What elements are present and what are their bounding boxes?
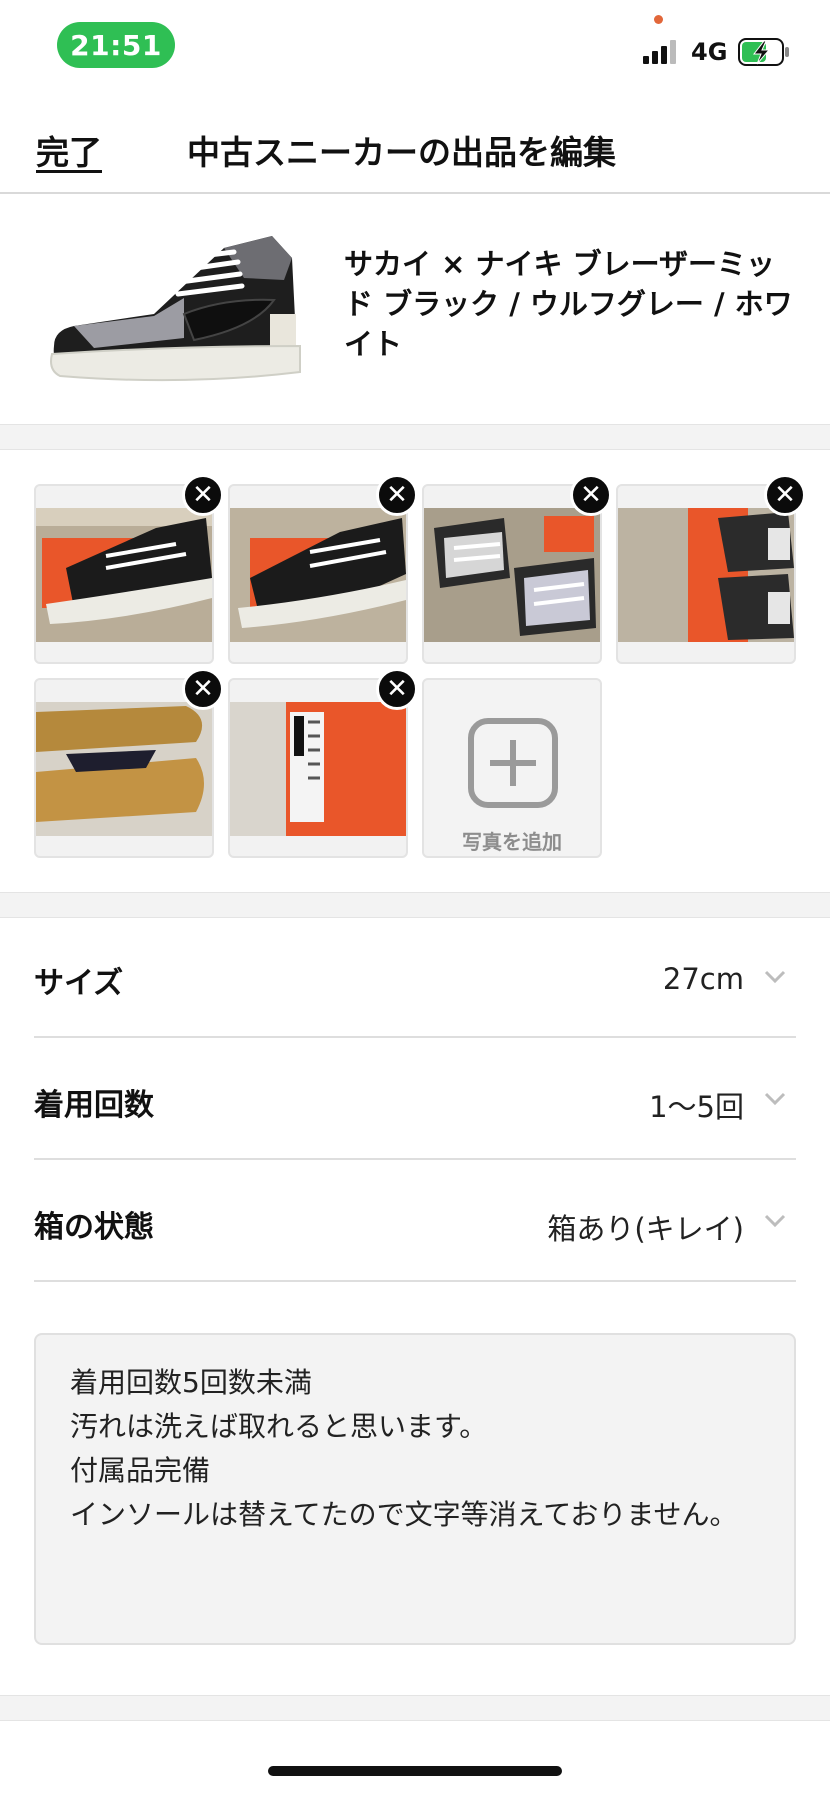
photo-image [230,702,406,836]
photo-image [618,508,794,642]
product-header: サカイ × ナイキ ブレーザーミッド ブラック / ウルフグレー / ホワイト [0,196,830,424]
recording-dot-icon [654,15,663,24]
photo-image [36,702,212,836]
close-icon[interactable]: ✕ [376,474,418,516]
close-icon[interactable]: ✕ [182,474,224,516]
photo-thumbnail[interactable]: ✕ [228,668,418,858]
wear-count-value: 1〜5回 [649,1090,744,1124]
box-condition-selector[interactable]: 箱の状態 箱あり(キレイ) [34,1162,796,1282]
close-icon[interactable]: ✕ [570,474,612,516]
battery-charging-icon [738,38,789,66]
wear-count-selector[interactable]: 着用回数 1〜5回 [34,1040,796,1160]
status-bar: 21:51 4G [0,0,830,90]
add-photo-button[interactable]: 写真を追加 [422,678,602,858]
photo-grid: ✕ ✕ ✕ ✕ ✕ ✕ 写真を追加 [0,450,830,892]
photo-thumbnail[interactable]: ✕ [34,668,224,858]
section-separator [0,892,830,918]
page-title: 中古スニーカーの出品を編集 [187,133,616,172]
chevron-down-icon [764,1214,786,1228]
description-textarea[interactable]: 着用回数5回数未満 汚れは洗えば取れると思います。 付属品完備 インソールは替え… [34,1333,796,1645]
chevron-down-icon [764,970,786,984]
close-icon[interactable]: ✕ [376,668,418,710]
photo-image [36,508,212,642]
size-selector[interactable]: サイズ 27cm [34,918,796,1038]
wear-count-label: 着用回数 [34,1088,154,1123]
add-photo-label: 写真を追加 [462,830,562,854]
plus-icon [468,718,558,808]
description-line: 付属品完備 [70,1454,211,1487]
status-time: 21:51 [57,22,175,68]
photo-thumbnail[interactable]: ✕ [422,474,612,664]
signal-icon [643,40,676,64]
photo-image [424,508,600,642]
box-condition-label: 箱の状態 [34,1210,154,1245]
photo-image [230,508,406,642]
description-line: インソールは替えてたので文字等消えておりません。 [70,1498,738,1531]
box-condition-value: 箱あり(キレイ) [547,1212,744,1246]
network-type: 4G [691,38,728,66]
chevron-down-icon [764,1092,786,1106]
navigation-bar: 完了 中古スニーカーの出品を編集 [0,90,830,194]
photo-thumbnail[interactable]: ✕ [228,474,418,664]
section-separator [0,1695,830,1721]
close-icon[interactable]: ✕ [764,474,806,516]
product-name: サカイ × ナイキ ブレーザーミッド ブラック / ウルフグレー / ホワイト [344,247,793,361]
photo-thumbnail[interactable]: ✕ [616,474,806,664]
sneaker-image [34,218,324,398]
description-line: 着用回数5回数未満 [70,1366,312,1399]
photo-thumbnail[interactable]: ✕ [34,474,224,664]
close-icon[interactable]: ✕ [182,668,224,710]
size-value: 27cm [662,962,744,996]
description-line: 汚れは洗えば取れると思います。 [70,1410,488,1443]
done-button[interactable]: 完了 [36,126,102,174]
size-label: サイズ [34,966,124,1001]
home-indicator[interactable] [268,1766,562,1776]
section-separator [0,424,830,450]
